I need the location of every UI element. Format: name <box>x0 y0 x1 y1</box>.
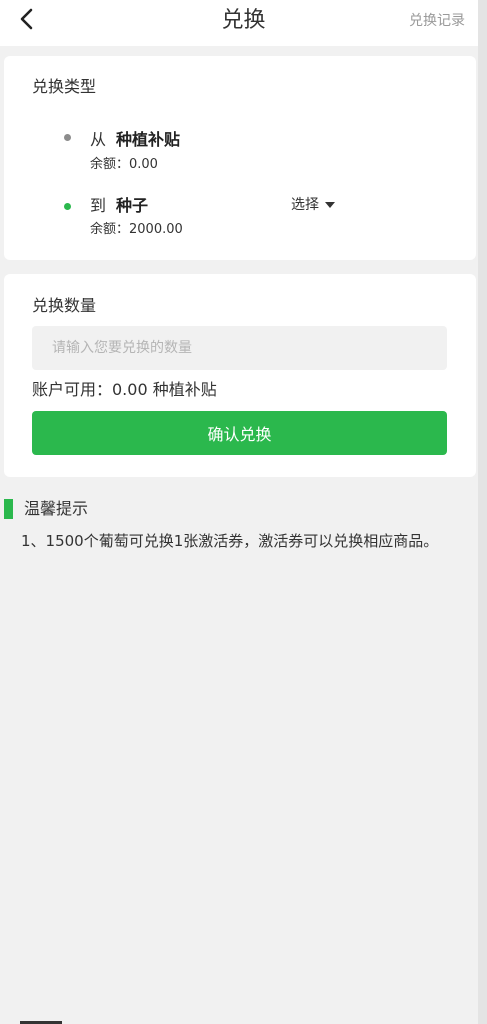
available-balance: 账户可用：0.00 种植补贴 <box>32 380 217 399</box>
caret-down-icon <box>325 202 335 208</box>
to-balance: 余额：2000.00 <box>90 222 183 237</box>
from-item-name: 种植补贴 <box>116 130 181 149</box>
to-item-name: 种子 <box>116 196 149 215</box>
tips-title: 温馨提示 <box>24 499 89 518</box>
select-label: 选择 <box>291 197 319 213</box>
to-dot-icon <box>64 203 71 210</box>
tips-text: 1、1500个葡萄可兑换1张激活券，激活券可以兑换相应商品。 <box>21 532 439 550</box>
header-bar: 兑换 兑换记录 <box>0 0 487 46</box>
confirm-exchange-button[interactable]: 确认兑换 <box>32 411 447 455</box>
from-balance: 余额：0.00 <box>90 157 158 172</box>
from-label: 从 <box>90 130 107 149</box>
amount-input[interactable] <box>32 326 447 370</box>
exchange-record-link[interactable]: 兑换记录 <box>409 12 465 30</box>
to-label: 到 <box>90 196 107 215</box>
exchange-amount-heading: 兑换数量 <box>32 296 97 315</box>
exchange-amount-card: 兑换数量 账户可用：0.00 种植补贴 确认兑换 <box>4 274 476 477</box>
select-target-button[interactable]: 选择 <box>291 196 335 214</box>
exchange-type-card: 兑换类型 从 种植补贴 余额：0.00 到 种子 余额：2000.00 选择 <box>4 56 476 260</box>
tips-accent-bar <box>4 499 13 519</box>
exchange-type-heading: 兑换类型 <box>32 77 97 96</box>
from-dot-icon <box>64 134 71 141</box>
scrollbar[interactable] <box>478 0 487 1024</box>
